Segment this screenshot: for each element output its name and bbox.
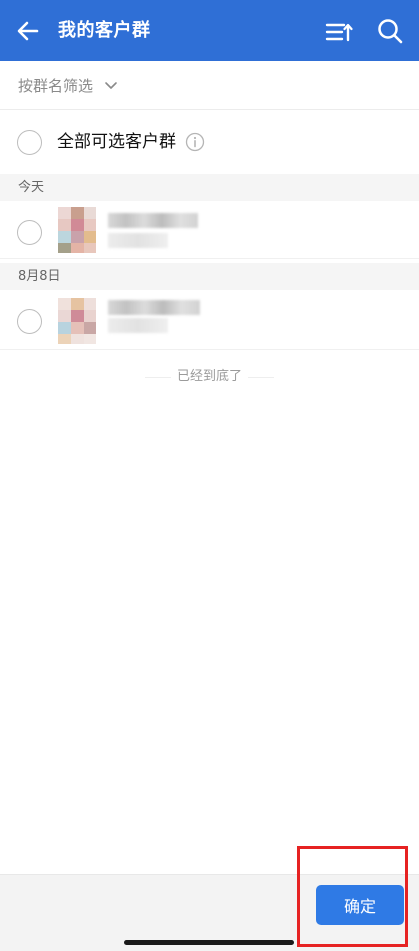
section-header-aug8: 8月8日	[0, 263, 419, 290]
section-date-label: 今天	[18, 180, 45, 195]
sort-list-icon[interactable]	[325, 18, 353, 46]
divider	[248, 377, 274, 378]
top-nav-bar: 我的客户群	[0, 0, 419, 61]
select-all-label: 全部可选客户群	[57, 132, 176, 152]
group-info-blurred	[108, 233, 168, 248]
group-avatar	[58, 207, 96, 253]
info-circle-icon[interactable]	[185, 132, 205, 152]
filter-bar[interactable]: 按群名筛选	[0, 61, 419, 110]
end-of-list-text: 已经到底了	[176, 369, 242, 384]
group-select-radio[interactable]	[17, 220, 42, 245]
section-header-today: 今天	[0, 174, 419, 201]
group-row[interactable]	[0, 292, 419, 350]
group-name-blurred	[108, 213, 198, 228]
search-icon[interactable]	[376, 17, 404, 45]
group-info-blurred	[108, 318, 168, 333]
filter-by-group-name-label[interactable]: 按群名筛选	[18, 76, 93, 96]
chevron-down-icon[interactable]	[104, 78, 118, 92]
group-avatar	[58, 298, 96, 344]
arrow-left-icon[interactable]	[15, 18, 41, 44]
home-indicator	[124, 940, 294, 945]
group-name-blurred	[108, 300, 200, 315]
page-title: 我的客户群	[58, 20, 151, 41]
group-row[interactable]	[0, 201, 419, 259]
confirm-button[interactable]: 确定	[316, 885, 404, 925]
select-all-radio[interactable]	[17, 130, 42, 155]
select-all-row[interactable]: 全部可选客户群	[0, 110, 419, 174]
section-date-label: 8月8日	[18, 269, 61, 284]
group-select-radio[interactable]	[17, 309, 42, 334]
